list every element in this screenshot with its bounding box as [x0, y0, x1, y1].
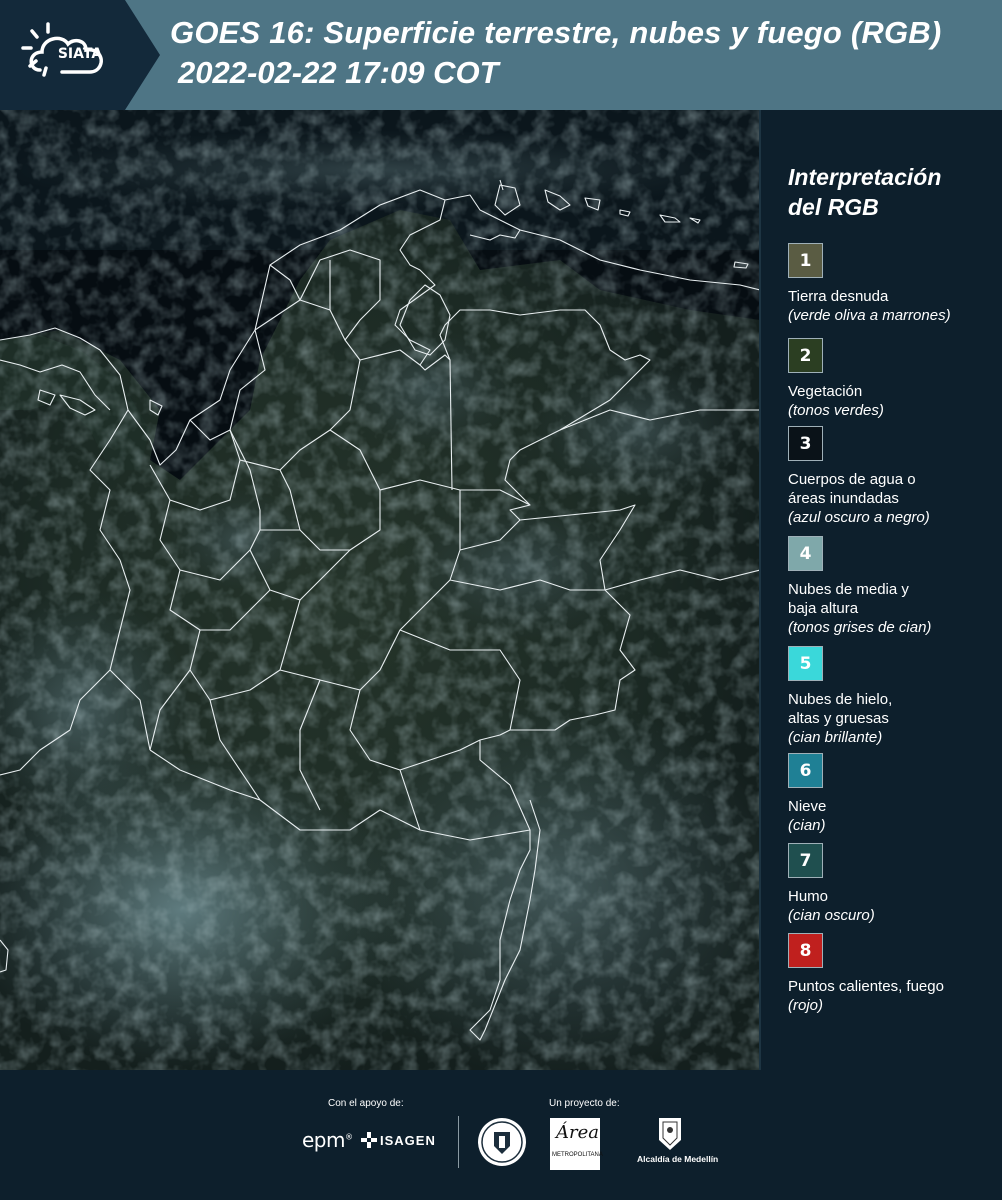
legend-swatch: 3 [788, 426, 823, 461]
siata-logo: SIATA [0, 0, 160, 110]
legend-swatch: 4 [788, 536, 823, 571]
legend-note: (azul oscuro a negro) [788, 509, 930, 526]
siata-logo-text: SIATA [57, 46, 103, 62]
page-title: GOES 16: Superficie terrestre, nubes y f… [170, 15, 942, 50]
alcaldia-medellin-logo: Alcaldía de Medellín [637, 1116, 719, 1164]
legend-title: Interpretación del RGB [788, 162, 993, 222]
legend-swatch: 8 [788, 933, 823, 968]
legend-title-line1: Interpretación [788, 164, 942, 190]
legend-note: (tonos verdes) [788, 402, 884, 419]
legend-label: Vegetación (tonos verdes) [788, 382, 998, 420]
legend-label-line: Humo [788, 888, 829, 905]
footer: Con el apoyo de: Un proyecto de: epm® IS… [0, 1070, 1002, 1200]
legend-label: Nieve (cian) [788, 797, 998, 835]
legend-item: 3 Cuerpos de agua o áreas inundadas (azul o… [788, 426, 998, 527]
satellite-map[interactable] [0, 110, 760, 1070]
university-seal-logo [476, 1116, 528, 1173]
legend-label-line: baja altura [788, 600, 859, 617]
epm-logo: epm® [302, 1128, 353, 1152]
legend-item: 8 Puntos calientes, fuego (rojo) [788, 933, 998, 1015]
medellin-shield-icon [659, 1118, 681, 1150]
legend-item: 5 Nubes de hielo, altas y gruesas (cian bri… [788, 646, 998, 747]
legend-item: 7 Humo (cian oscuro) [788, 843, 998, 925]
legend-label-line: Tierra desnuda [788, 288, 889, 305]
legend-swatch: 7 [788, 843, 823, 878]
legend-note: (cian oscuro) [788, 907, 875, 924]
legend-swatch: 5 [788, 646, 823, 681]
legend-label: Humo (cian oscuro) [788, 887, 998, 925]
legend-note: (verde oliva a marrones) [788, 307, 951, 324]
legend-swatch: 2 [788, 338, 823, 373]
legend-title-line2: del RGB [788, 194, 879, 220]
footer-divider [458, 1116, 459, 1168]
legend-item: 6 Nieve (cian) [788, 753, 998, 835]
support-caption: Con el apoyo de: [328, 1098, 404, 1109]
legend-label: Nubes de hielo, altas y gruesas (cian bril… [788, 690, 998, 747]
medellin-logo-text: Alcaldía de Medellín [637, 1154, 719, 1164]
area-metropolitana-logo: Área METROPOLITANA [550, 1118, 603, 1170]
isagen-logo: ISAGEN [360, 1132, 436, 1148]
legend-note: (cian) [788, 817, 826, 834]
legend-label-line: Cuerpos de agua o [788, 471, 916, 488]
epm-logo-text: epm [302, 1128, 345, 1152]
legend-panel: Interpretación del RGB 1 Tierra desnuda (v… [770, 110, 1002, 1070]
legend-label-line: Nubes de hielo, [788, 691, 893, 708]
legend-note: (cian brillante) [788, 729, 883, 746]
legend-label-line: altas y gruesas [788, 710, 889, 727]
map-frame-edge [759, 110, 761, 1070]
legend-note: (tonos grises de cian) [788, 619, 932, 636]
legend-swatch: 1 [788, 243, 823, 278]
legend-label-line: Nieve [788, 798, 827, 815]
legend-label: Puntos calientes, fuego (rojo) [788, 977, 998, 1015]
legend-label-line: Nubes de media y [788, 581, 909, 598]
legend-note: (rojo) [788, 997, 824, 1014]
legend-label-line: Vegetación [788, 383, 863, 400]
legend-label: Nubes de media y baja altura (tonos grises… [788, 580, 998, 637]
legend-item: 4 Nubes de media y baja altura (tonos grise… [788, 536, 998, 637]
legend-swatch: 6 [788, 753, 823, 788]
legend-label: Cuerpos de agua o áreas inundadas (azul os… [788, 470, 998, 527]
project-caption: Un proyecto de: [549, 1098, 620, 1109]
isagen-logo-text: ISAGEN [380, 1132, 436, 1148]
isagen-icon [361, 1132, 377, 1148]
timestamp: 2022-02-22 17:09 COT [178, 55, 499, 90]
header: SIATA GOES 16: Superficie terrestre, nub… [0, 0, 1002, 110]
legend-label: Tierra desnuda (verde oliva a marrones) [788, 287, 998, 325]
legend-item: 1 Tierra desnuda (verde oliva a marrones) [788, 243, 998, 325]
legend-label-line: áreas inundadas [788, 490, 899, 507]
legend-item: 2 Vegetación (tonos verdes) [788, 338, 998, 420]
legend-label-line: Puntos calientes, fuego [788, 978, 944, 995]
